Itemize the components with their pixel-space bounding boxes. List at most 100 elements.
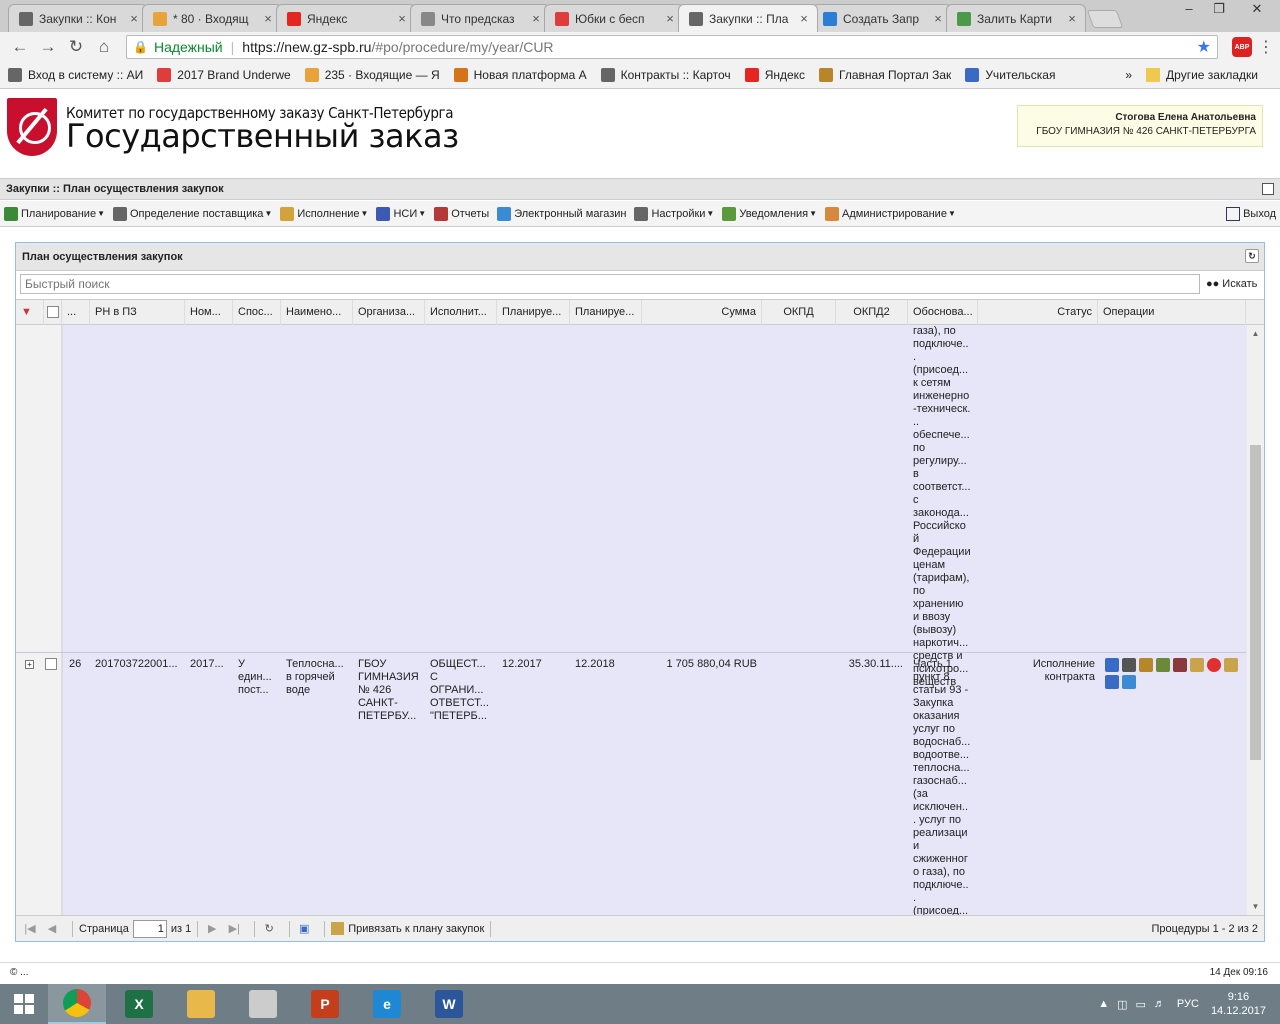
grid-scrollbar[interactable]: ▲ ▼: [1247, 325, 1264, 915]
minimize-icon[interactable]: –: [1174, 0, 1204, 20]
bookmark-item[interactable]: Новая платформа А: [453, 68, 587, 82]
column-header[interactable]: Планируе...: [570, 300, 642, 325]
browser-tab[interactable]: Яндекс ×: [276, 4, 416, 32]
menu-item[interactable]: Электронный магазин: [497, 206, 626, 221]
spb-emblem-icon[interactable]: [7, 98, 57, 156]
column-header[interactable]: РН в ПЗ: [90, 300, 185, 325]
filter-clear-icon[interactable]: ▼: [16, 300, 44, 325]
column-header[interactable]: ...: [62, 300, 90, 325]
bookmark-star-icon[interactable]: ★: [1197, 37, 1211, 57]
edit-icon[interactable]: [1190, 658, 1204, 672]
search-button[interactable]: ●● Искать: [1206, 278, 1257, 290]
taskbar-app-explorer[interactable]: [172, 984, 230, 1024]
menu-item[interactable]: Определение поставщика ▼: [113, 206, 272, 221]
close-tab-icon[interactable]: ×: [1065, 11, 1079, 26]
taskbar-app-excel[interactable]: X: [110, 984, 168, 1024]
browser-tab[interactable]: Что предсказ ×: [410, 4, 550, 32]
close-tab-icon[interactable]: ×: [931, 11, 945, 26]
last-page-icon[interactable]: ▶|: [226, 922, 242, 935]
close-tab-icon[interactable]: ×: [395, 11, 409, 26]
close-window-icon[interactable]: ✕: [1234, 0, 1280, 20]
home-icon[interactable]: ⌂: [90, 37, 118, 57]
column-header[interactable]: Наимено...: [281, 300, 353, 325]
taskbar-app-chrome[interactable]: [48, 984, 106, 1024]
close-tab-icon[interactable]: ×: [797, 11, 811, 26]
bookmark-item[interactable]: 2017 Brand Underwe: [157, 68, 291, 82]
chart-icon[interactable]: [1105, 658, 1119, 672]
bookmark-item[interactable]: Вход в систему :: АИ: [8, 68, 143, 82]
exit-button[interactable]: Выход: [1226, 206, 1276, 221]
select-all-checkbox[interactable]: [44, 300, 62, 325]
menu-item[interactable]: НСИ ▼: [376, 206, 426, 221]
bookmark-item[interactable]: Яндекс: [744, 68, 805, 82]
bookmark-item[interactable]: Главная Портал Зак: [819, 68, 951, 82]
info-icon[interactable]: [1122, 675, 1136, 689]
column-header[interactable]: Организа...: [353, 300, 425, 325]
gears-icon[interactable]: [1122, 658, 1136, 672]
back-icon[interactable]: ←: [6, 37, 34, 57]
taskbar-app-word[interactable]: W: [420, 984, 478, 1024]
browser-tab[interactable]: Создать Запр ×: [812, 4, 952, 32]
bookmarks-more-button[interactable]: »: [1125, 68, 1132, 82]
close-tab-icon[interactable]: ×: [663, 11, 677, 26]
browser-tab[interactable]: * 80 · Входящ ×: [142, 4, 282, 32]
browser-tab[interactable]: Юбки с бесп ×: [544, 4, 684, 32]
list-icon[interactable]: [1224, 658, 1238, 672]
quick-search-input[interactable]: [20, 274, 1200, 294]
taskbar-app-powerpoint[interactable]: P: [296, 984, 354, 1024]
menu-item[interactable]: Уведомления ▼: [722, 206, 817, 221]
menu-item[interactable]: Администрирование ▼: [825, 206, 956, 221]
column-header[interactable]: ОКПД: [762, 300, 836, 325]
battery-icon[interactable]: ▭: [1136, 998, 1146, 1011]
row-checkbox[interactable]: [40, 658, 58, 671]
forward-icon[interactable]: →: [34, 37, 62, 57]
column-header[interactable]: Ном...: [185, 300, 233, 325]
other-bookmarks[interactable]: Другие закладки: [1146, 68, 1258, 82]
bookmark-item[interactable]: 235 · Входящие — Я: [304, 68, 440, 82]
menu-item[interactable]: Исполнение ▼: [280, 206, 368, 221]
scroll-up-icon[interactable]: ▲: [1247, 329, 1264, 338]
menu-item[interactable]: Настройки ▼: [634, 206, 714, 221]
expand-row-icon[interactable]: +: [20, 658, 38, 671]
books-icon[interactable]: [1105, 675, 1119, 689]
close-tab-icon[interactable]: ×: [261, 11, 275, 26]
start-button[interactable]: [0, 984, 48, 1024]
column-header[interactable]: Спос...: [233, 300, 281, 325]
column-header[interactable]: Сумма: [642, 300, 762, 325]
scroll-thumb[interactable]: [1250, 445, 1261, 760]
browser-tab[interactable]: Залить Карти ×: [946, 4, 1086, 32]
adblock-icon[interactable]: ABP: [1232, 37, 1252, 57]
column-header[interactable]: Исполнит...: [425, 300, 497, 325]
column-header[interactable]: Планируе...: [497, 300, 570, 325]
menu-item[interactable]: Планирование ▼: [4, 206, 105, 221]
close-tab-icon[interactable]: ×: [529, 11, 543, 26]
page-number-input[interactable]: 1: [132, 919, 167, 938]
collapse-panel-icon[interactable]: [1262, 183, 1274, 195]
scroll-down-icon[interactable]: ▼: [1247, 902, 1264, 911]
save-icon[interactable]: ▣: [296, 922, 312, 935]
eagle-icon[interactable]: [1139, 658, 1153, 672]
next-page-icon[interactable]: ▶: [204, 922, 220, 935]
column-header[interactable]: Обоснова...: [908, 300, 978, 325]
bookmark-item[interactable]: Контракты :: Карточ: [600, 68, 731, 82]
archive-icon[interactable]: [1156, 658, 1170, 672]
column-header[interactable]: Статус: [978, 300, 1098, 325]
close-tab-icon[interactable]: ×: [127, 11, 141, 26]
language-indicator[interactable]: РУС: [1177, 998, 1199, 1010]
new-tab-button[interactable]: [1086, 10, 1124, 28]
url-input[interactable]: 🔒 Надежный | https://new.gz-spb.ru/#po/p…: [126, 35, 1218, 59]
taskbar-app-ie[interactable]: e: [358, 984, 416, 1024]
maximize-icon[interactable]: ❐: [1204, 0, 1234, 20]
stop-icon[interactable]: [1207, 658, 1221, 672]
reload-icon[interactable]: ↻: [62, 37, 90, 57]
column-header[interactable]: ОКПД2: [836, 300, 908, 325]
tray-up-icon[interactable]: ▲: [1098, 998, 1109, 1010]
clock[interactable]: 9:16 14.12.2017: [1211, 990, 1266, 1018]
volume-icon[interactable]: ♬: [1154, 998, 1165, 1010]
browser-tab[interactable]: Закупки :: Пла ×: [678, 4, 818, 32]
bind-to-plan-button[interactable]: Привязать к плану закупок: [331, 922, 484, 935]
first-page-icon[interactable]: |◀: [22, 922, 38, 935]
menu-item[interactable]: Отчеты: [434, 206, 489, 221]
column-header[interactable]: Операции: [1098, 300, 1246, 325]
doc-icon[interactable]: [1173, 658, 1187, 672]
